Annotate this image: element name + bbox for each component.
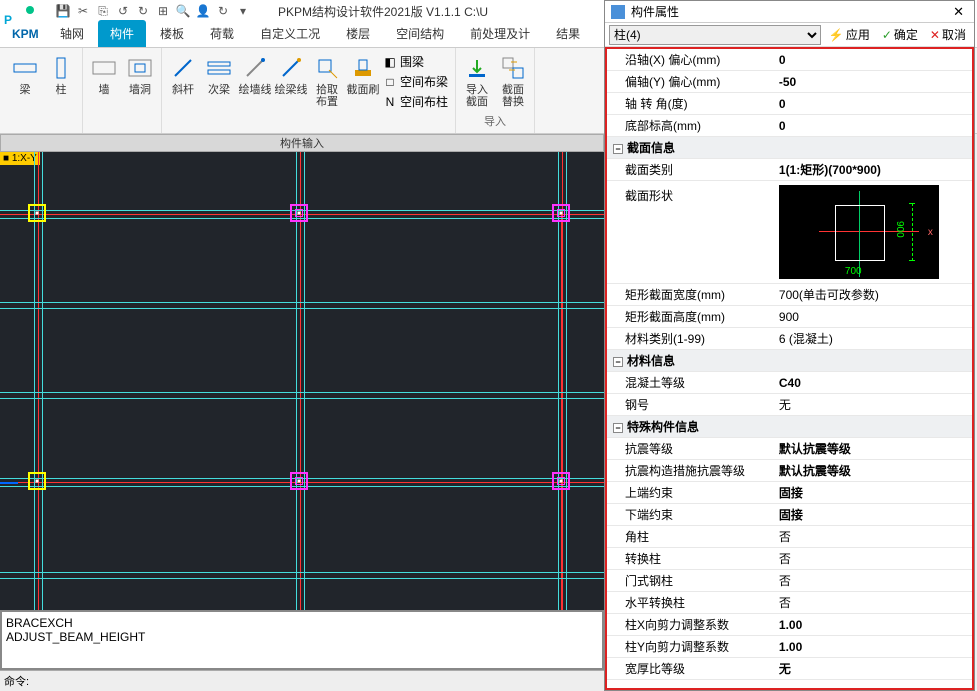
collapse-icon[interactable]: − [613,144,623,154]
section-shape-preview: 700900x [779,185,939,279]
panel-title: 构件属性 [631,3,943,20]
section-header[interactable]: −特殊构件信息 [607,416,972,438]
tab-member[interactable]: 构件 [98,20,146,47]
collapse-icon[interactable]: − [613,357,623,367]
pick-place-button[interactable]: 拾取 布置 [310,54,344,108]
tab-space[interactable]: 空间结构 [384,20,456,47]
drawing-canvas[interactable]: ■ 1:X-Y [0,152,604,610]
cut-icon[interactable]: ✂ [76,4,90,18]
tab-custom[interactable]: 自定义工况 [248,20,332,47]
member-input-label: 构件输入 [0,134,604,152]
column-marker[interactable] [290,204,308,222]
grid-icon[interactable]: ⊞ [156,4,170,18]
column-marker[interactable] [28,472,46,490]
properties-panel: 构件属性 ✕ 柱(4) ⚡应用 ✓确定 ✕取消 沿轴(X) 偏心(mm)0 偏轴… [604,0,975,691]
section-header[interactable]: −截面信息 [607,137,972,159]
svg-text:KPM: KPM [12,27,39,41]
table-row[interactable]: 门式钢柱否 [607,570,972,592]
app-title: PKPM结构设计软件2021版 V1.1.1 C:\U [278,3,488,20]
zoom-icon[interactable]: 🔍 [176,4,190,18]
svg-text:P: P [4,13,12,27]
column-button[interactable]: 柱 [44,54,78,96]
table-row[interactable]: 上端约束固接 [607,482,972,504]
column-marker[interactable] [552,204,570,222]
tab-slab[interactable]: 楼板 [148,20,196,47]
tab-story[interactable]: 楼层 [334,20,382,47]
column-marker[interactable] [28,204,46,222]
brace-button[interactable]: 斜杆 [166,54,200,96]
app-logo: PKPM [2,2,42,42]
table-row[interactable]: 混凝土等级C40 [607,372,972,394]
undo-icon[interactable]: ↺ [116,4,130,18]
table-row[interactable]: 钢号无 [607,394,972,416]
copy-icon[interactable]: ⎘ [96,4,110,18]
space-column-button[interactable]: N空间布柱 [380,92,451,111]
table-row[interactable]: 抗震构造措施抗震等级默认抗震等级 [607,460,972,482]
table-row[interactable]: 矩形截面宽度(mm)700(单击可改参数) [607,284,972,306]
draw-beam-line-button[interactable]: 绘梁线 [274,54,308,96]
ok-button[interactable]: ✓确定 [878,26,922,43]
section-replace-button[interactable]: 截面 替换 [496,54,530,108]
properties-table: 沿轴(X) 偏心(mm)0 偏轴(Y) 偏心(mm)-50 轴 转 角(度)0 … [607,49,972,680]
table-row[interactable]: 底部标高(mm)0 [607,115,972,137]
collapse-icon[interactable]: − [613,423,623,433]
table-row[interactable]: 下端约束固接 [607,504,972,526]
table-row[interactable]: 抗震等级默认抗震等级 [607,438,972,460]
table-row[interactable]: 转换柱否 [607,548,972,570]
table-row[interactable]: 矩形截面高度(mm)900 [607,306,972,328]
panel-icon [611,5,625,19]
table-row[interactable]: 角柱否 [607,526,972,548]
table-row[interactable]: 水平转换柱否 [607,592,972,614]
apply-button[interactable]: ⚡应用 [825,26,874,43]
column-marker[interactable] [290,472,308,490]
tab-axis[interactable]: 轴网 [48,20,96,47]
import-group-label: 导入 [484,111,506,131]
dropdown-icon[interactable]: ▾ [236,4,250,18]
save-icon[interactable]: 💾 [56,4,70,18]
table-row[interactable]: 柱X向剪力调整系数1.00 [607,614,972,636]
section-brush-button[interactable]: 截面刷 [346,54,380,96]
section-header[interactable]: −材料信息 [607,350,972,372]
tab-load[interactable]: 荷载 [198,20,246,47]
cancel-button[interactable]: ✕取消 [926,26,970,43]
draw-wall-line-button[interactable]: 绘墙线 [238,54,272,96]
table-row[interactable]: 截面形状700900x [607,181,972,284]
table-row[interactable]: 材料类别(1-99)6 (混凝土) [607,328,972,350]
beam-button[interactable]: 梁 [8,54,42,96]
wall-button[interactable]: 墙 [87,54,121,96]
close-icon[interactable]: ✕ [949,4,968,20]
surround-beam-button[interactable]: ◧围梁 [380,52,451,71]
surround-beam-icon: ◧ [383,55,397,69]
table-row[interactable]: 宽厚比等级无 [607,658,972,680]
table-row[interactable]: 沿轴(X) 偏心(mm)0 [607,49,972,71]
space-column-icon: N [383,95,397,109]
tab-result[interactable]: 结果 [544,20,592,47]
space-beam-button[interactable]: □空间布梁 [380,72,451,91]
lightning-icon: ⚡ [829,28,844,42]
member-selector[interactable]: 柱(4) [609,25,821,45]
table-row[interactable]: 截面类别1(1:矩形)(700*900) [607,159,972,181]
wall-opening-button[interactable]: 墙洞 [123,54,157,96]
redo-icon[interactable]: ↻ [136,4,150,18]
refresh-icon[interactable]: ↻ [216,4,230,18]
command-prompt[interactable]: 命令: [0,670,604,691]
table-row[interactable]: 轴 转 角(度)0 [607,93,972,115]
cross-icon: ✕ [930,28,940,42]
table-row[interactable]: 偏轴(Y) 偏心(mm)-50 [607,71,972,93]
check-icon: ✓ [882,28,892,42]
space-beam-icon: □ [383,75,397,89]
secondary-beam-button[interactable]: 次梁 [202,54,236,96]
column-marker[interactable] [552,472,570,490]
import-section-button[interactable]: 导入 截面 [460,54,494,108]
user-icon[interactable]: 👤 [196,4,210,18]
command-output: BRACEXCH ADJUST_BEAM_HEIGHT [0,610,604,670]
tab-preprocess[interactable]: 前处理及计 [458,20,542,47]
work-area: 构件输入 ■ 1:X-Y BRACEXCH ADJUST_BEAM_HEIGHT… [0,134,604,691]
table-row[interactable]: 柱Y向剪力调整系数1.00 [607,636,972,658]
